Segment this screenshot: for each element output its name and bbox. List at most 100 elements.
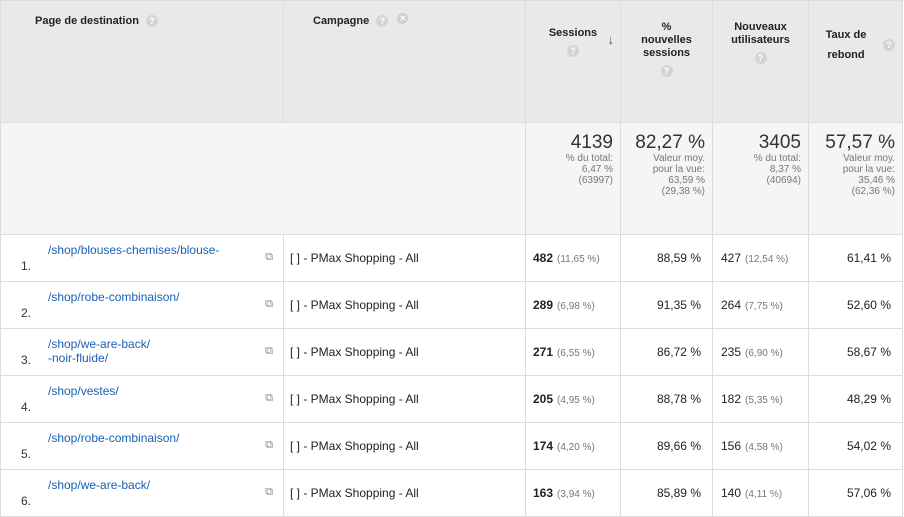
col-header-bounce[interactable]: Taux de rebond ? [808, 0, 903, 123]
landing-page-link[interactable]: /shop/robe-combinaison/ [48, 290, 258, 304]
total-bounce-sub: Valeur moy. [843, 153, 895, 164]
landing-page-cell: 1. /shop/blouses-chemises/blouse- ⧉ [0, 234, 284, 282]
sessions-pct: (4,95 %) [557, 395, 595, 406]
campaign-cell: [ ] - PMax Shopping - All [283, 469, 526, 517]
bounce-cell: 54,02 % [808, 422, 903, 470]
total-sessions-sub: 6,47 % [581, 164, 613, 175]
new-users-pct: (7,75 %) [745, 301, 783, 312]
new-users-cell: 156 (4,58 %) [712, 422, 809, 470]
col-header-page-label: Page de destination [35, 15, 139, 27]
help-circle-icon[interactable]: ? [883, 39, 896, 52]
landing-page-cell: 5. /shop/robe-combinaison/ ⧉ [0, 422, 284, 470]
landing-page-link[interactable]: /shop/we-are-back/ [48, 478, 258, 492]
campaign-cell: [ ] - PMax Shopping - All [283, 375, 526, 423]
col-header-new-sessions[interactable]: % nouvelles sessions ? [620, 0, 713, 123]
total-new-sessions-sub: Valeur moy. [653, 153, 705, 164]
landing-page-link[interactable]: /shop/blouses-chemises/blouse- [48, 243, 258, 257]
sessions-cell: 289 (6,98 %) [525, 281, 621, 329]
sessions-cell: 174 (4,20 %) [525, 422, 621, 470]
new-sessions-cell: 89,66 % [620, 422, 713, 470]
campaign-cell: [ ] - PMax Shopping - All [283, 422, 526, 470]
new-sessions-cell: 86,72 % [620, 328, 713, 376]
total-bounce-sub: (62,36 %) [851, 186, 895, 197]
data-rows: 1. /shop/blouses-chemises/blouse- ⧉ [ ] - P… [0, 234, 903, 517]
landing-page-cell: 6. /shop/we-are-back/ ⧉ [0, 469, 284, 517]
col-header-sessions[interactable]: Sessions ↓ ? [525, 0, 621, 123]
report-table: Page de destination ? Campagne ? ✕ Sessi… [0, 0, 903, 517]
sessions-pct: (6,55 %) [557, 348, 595, 359]
sessions-value: 482 [533, 251, 554, 265]
landing-page-link[interactable]: /shop/robe-combinaison/ [48, 431, 258, 445]
sessions-pct: (11,65 %) [557, 254, 600, 265]
help-circle-icon[interactable]: ? [376, 15, 389, 28]
total-new-sessions-sub: 63,59 % [668, 175, 705, 186]
sessions-header-wrap: Sessions ↓ [526, 27, 620, 46]
col-header-new-sessions-label: % nouvelles sessions [641, 21, 692, 59]
col-header-page[interactable]: Page de destination ? [0, 0, 284, 123]
new-users-cell: 182 (5,35 %) [712, 375, 809, 423]
new-users-value: 427 [721, 251, 742, 265]
col-header-campaign-label: Campagne [313, 15, 370, 27]
total-new-users-value: 3405 [758, 132, 801, 153]
total-sessions-sub: (63997) [578, 175, 613, 186]
new-users-value: 235 [721, 345, 742, 359]
row-rank: 4. [21, 400, 32, 414]
external-link-icon[interactable]: ⧉ [265, 251, 273, 264]
external-link-icon[interactable]: ⧉ [265, 486, 273, 499]
help-circle-icon[interactable]: ? [660, 65, 673, 77]
table-row: 4. /shop/vestes/ ⧉ [ ] - PMax Shopping - Al… [0, 375, 903, 423]
help-circle-icon[interactable]: ? [754, 52, 767, 64]
sessions-pct: (4,20 %) [557, 442, 595, 453]
help-circle-icon[interactable]: ? [567, 45, 579, 57]
row-rank: 2. [21, 306, 32, 320]
row-rank: 3. [21, 353, 32, 367]
external-link-icon[interactable]: ⧉ [265, 298, 273, 311]
campaign-cell: [ ] - PMax Shopping - All [283, 234, 526, 282]
sessions-cell: 271 (6,55 %) [525, 328, 621, 376]
new-sessions-cell: 85,89 % [620, 469, 713, 517]
landing-page-cell: 2. /shop/robe-combinaison/ ⧉ [0, 281, 284, 329]
col-header-campaign[interactable]: Campagne ? ✕ [283, 0, 526, 123]
landing-page-cell: 3. /shop/we-are-back/ -noir-fluide/ ⧉ [0, 328, 284, 376]
new-users-value: 140 [721, 486, 742, 500]
total-bounce-sub: pour la vue: [842, 164, 895, 175]
sort-down-arrow-icon[interactable]: ↓ [608, 33, 615, 46]
external-link-icon[interactable]: ⧉ [265, 439, 273, 452]
bounce-cell: 48,29 % [808, 375, 903, 423]
new-users-pct: (6,90 %) [745, 348, 783, 359]
col-header-bounce-label: Taux de rebond [825, 29, 867, 61]
sessions-cell: 205 (4,95 %) [525, 375, 621, 423]
new-users-cell: 140 (4,11 %) [712, 469, 809, 517]
landing-page-link[interactable]: /shop/we-are-back/ -noir-fluide/ [48, 337, 258, 365]
col-header-new-users[interactable]: Nouveaux utilisateurs ? [712, 0, 809, 123]
campaign-cell: [ ] - PMax Shopping - All [283, 328, 526, 376]
total-new-sessions-sub: (29,38 %) [661, 186, 705, 197]
help-circle-icon[interactable]: ? [145, 15, 158, 28]
new-users-cell: 427 (12,54 %) [712, 234, 809, 282]
landing-page-link[interactable]: /shop/vestes/ [48, 384, 258, 398]
sessions-pct: (3,94 %) [557, 489, 595, 500]
new-users-pct: (5,35 %) [745, 395, 783, 406]
external-link-icon[interactable]: ⧉ [265, 392, 273, 405]
header-row: Page de destination ? Campagne ? ✕ Sessi… [0, 0, 903, 123]
row-rank: 5. [21, 447, 32, 461]
table-row: 3. /shop/we-are-back/ -noir-fluide/ ⧉ [ ] -… [0, 328, 903, 376]
new-sessions-cell: 88,59 % [620, 234, 713, 282]
sessions-value: 271 [533, 345, 554, 359]
row-rank: 6. [21, 494, 32, 508]
table-row: 6. /shop/we-are-back/ ⧉ [ ] - PMax Shopping… [0, 469, 903, 517]
new-users-value: 156 [721, 439, 742, 453]
sessions-cell: 482 (11,65 %) [525, 234, 621, 282]
new-users-value: 264 [721, 298, 742, 312]
external-link-icon[interactable]: ⧉ [265, 345, 273, 358]
table-row: 5. /shop/robe-combinaison/ ⧉ [ ] - PMax Sho… [0, 422, 903, 470]
new-users-pct: (4,58 %) [745, 442, 783, 453]
sessions-value: 163 [533, 486, 554, 500]
sessions-pct: (6,98 %) [557, 301, 595, 312]
total-sessions-value: 4139 [570, 132, 613, 153]
new-users-pct: (12,54 %) [745, 254, 789, 265]
new-sessions-cell: 88,78 % [620, 375, 713, 423]
total-sessions: 4139 % du total: 6,47 % (63997) [525, 122, 621, 235]
remove-x-icon[interactable]: ✕ [397, 13, 409, 24]
new-sessions-cell: 91,35 % [620, 281, 713, 329]
